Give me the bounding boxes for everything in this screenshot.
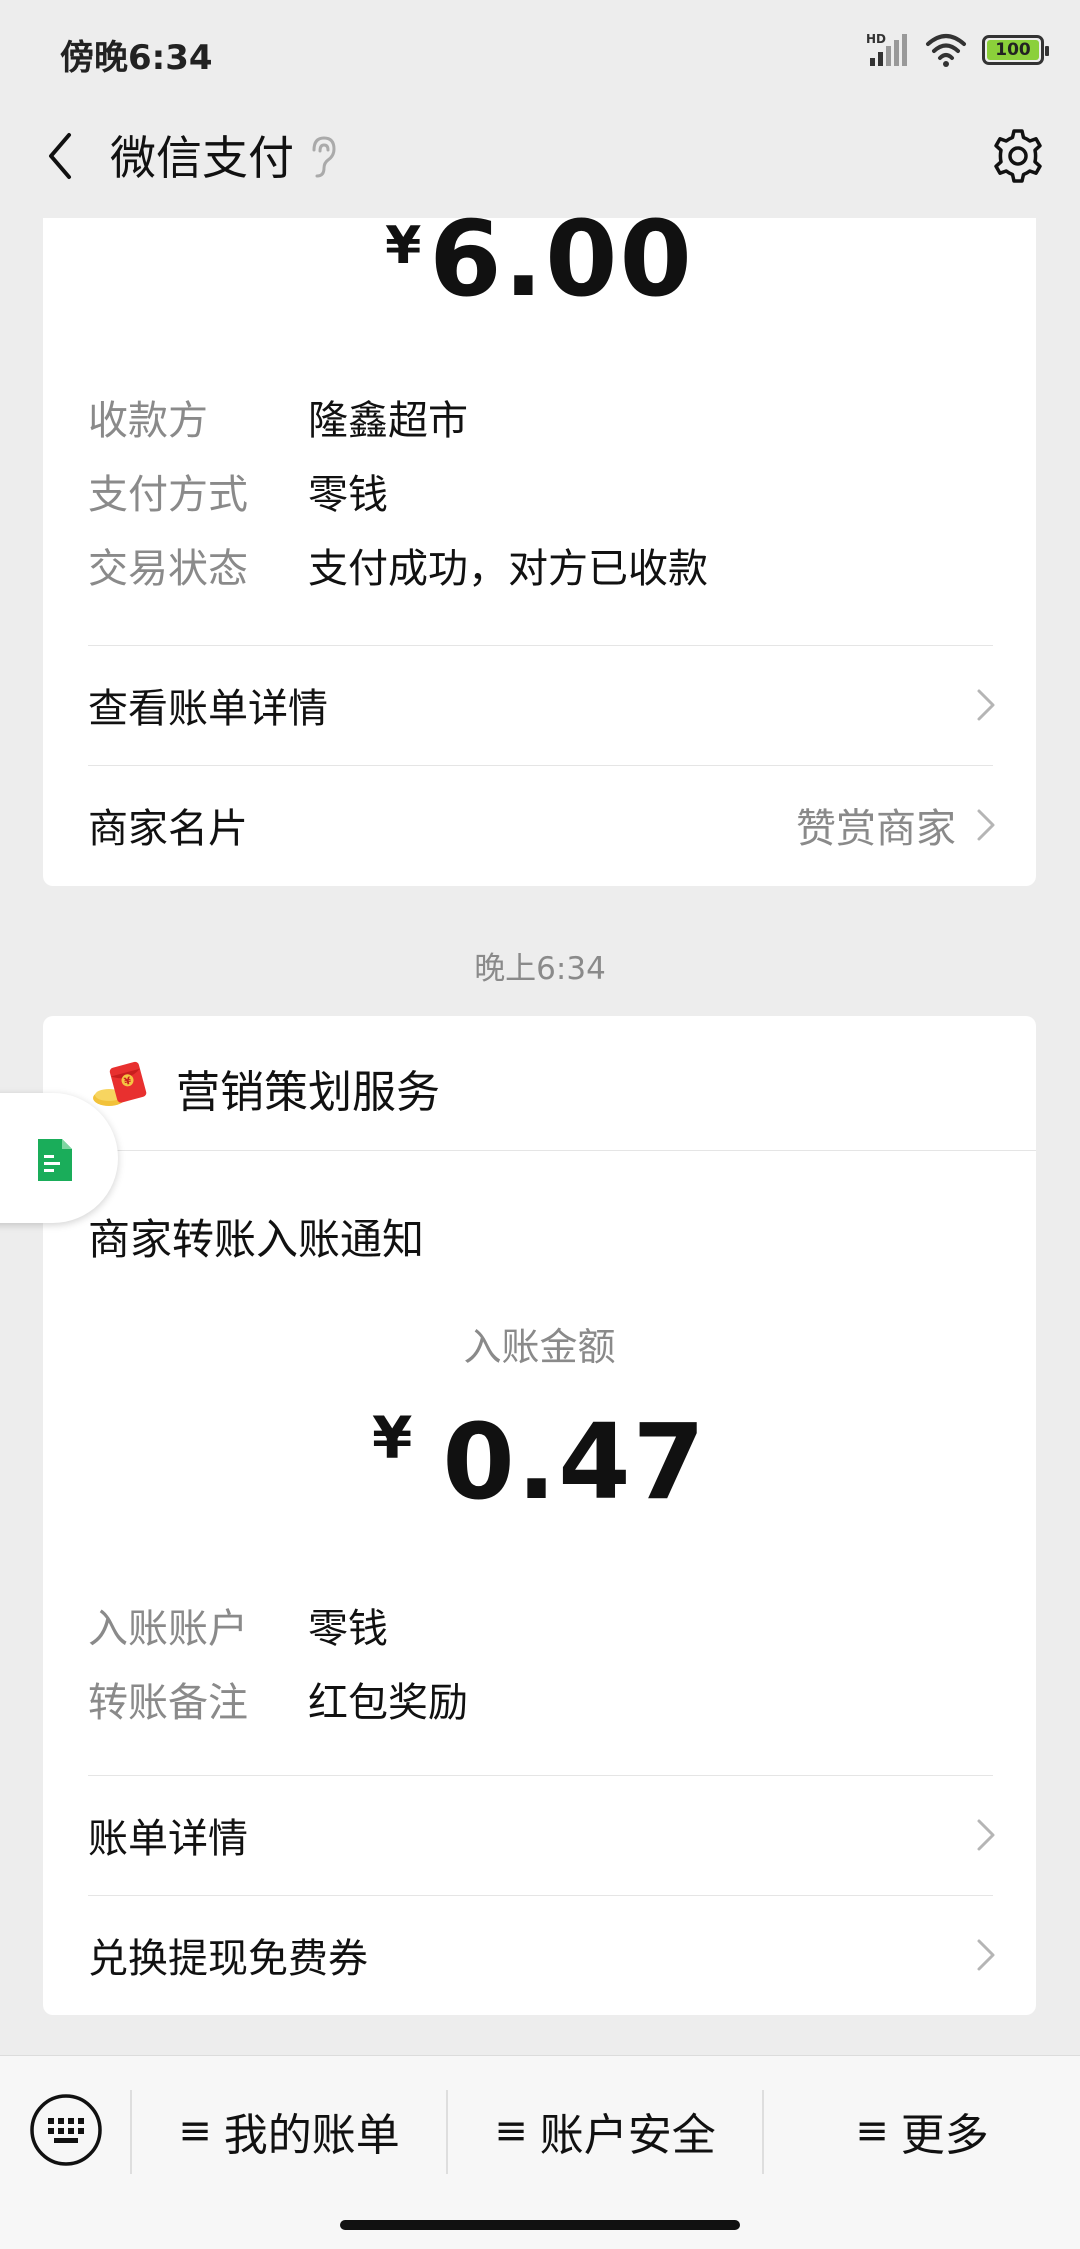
free-withdrawal-coupon-row[interactable]: 兑换提现免费券: [43, 1896, 1036, 2014]
transfer-note-field: 转账备注 红包奖励: [88, 1670, 468, 1728]
notice-title: 商家转账入账通知: [88, 1215, 425, 1264]
menu-icon: ≡: [494, 2108, 528, 2154]
settings-button[interactable]: [986, 124, 1050, 188]
transaction-status-field: 交易状态 支付成功，对方已收款: [88, 536, 708, 594]
field-value: 零钱: [308, 1606, 388, 1652]
field-value: 零钱: [308, 472, 388, 518]
payment-amount: ¥6.00: [43, 198, 1036, 320]
status-icons: HD 100: [866, 28, 1049, 72]
field-value: 红包奖励: [308, 1680, 468, 1726]
ear-mode-button[interactable]: [306, 134, 340, 184]
payee-field: 收款方 隆鑫超市: [88, 388, 468, 446]
received-amount-value: 0.47: [442, 1401, 707, 1523]
back-arrow-icon: [49, 133, 71, 179]
field-value: 隆鑫超市: [308, 398, 468, 444]
status-bar: 傍晚6:34 HD 100: [0, 0, 1080, 100]
received-amount: ¥0.47: [43, 1401, 1036, 1523]
home-indicator[interactable]: [340, 2220, 740, 2230]
back-button[interactable]: [30, 126, 90, 186]
bill-details-row[interactable]: 账单详情: [43, 1776, 1036, 1894]
service-header[interactable]: ¥ 营销策划服务: [43, 1016, 1036, 1151]
appreciate-merchant-link[interactable]: 赞赏商家: [796, 796, 956, 854]
signal-icon: HD: [866, 32, 907, 66]
chevron-right-icon: [977, 809, 995, 841]
menu-icon: ≡: [178, 2108, 212, 2154]
currency-symbol: ¥: [385, 216, 422, 276]
transfer-notice-card: ¥ 营销策划服务 商家转账入账通知 入账金额 ¥0.47 入账账户 零钱 转账备…: [43, 1016, 1036, 2015]
chevron-right-icon: [977, 689, 995, 721]
row-label: 查看账单详情: [88, 686, 328, 732]
keyboard-icon[interactable]: [28, 2092, 104, 2168]
payment-amount-value: 6.00: [429, 198, 694, 320]
row-label: 账单详情: [88, 1816, 248, 1862]
page-title: 微信支付: [110, 131, 294, 185]
wifi-icon: [926, 34, 966, 67]
currency-symbol: ¥: [372, 1404, 413, 1472]
field-key: 收款方: [88, 398, 208, 444]
battery-icon: 100: [982, 35, 1049, 65]
field-key: 交易状态: [88, 546, 248, 592]
amount-label: 入账金额: [463, 1325, 616, 1369]
receiving-account-field: 入账账户 零钱: [88, 1596, 388, 1654]
menu-more[interactable]: ≡ 更多: [764, 2056, 1080, 2206]
service-name: 营销策划服务: [176, 1067, 440, 1118]
chevron-right-icon: [977, 1819, 995, 1851]
red-envelope-icon: ¥: [93, 1061, 147, 1106]
menu-icon: ≡: [855, 2108, 889, 2154]
menu-my-bills[interactable]: ≡ 我的账单: [132, 2056, 446, 2206]
document-icon: [38, 1139, 72, 1181]
row-label: 兑换提现免费券: [88, 1936, 368, 1982]
view-bill-details-row[interactable]: 查看账单详情: [43, 646, 1036, 764]
gear-icon: [994, 129, 1042, 183]
field-key: 入账账户: [88, 1606, 248, 1652]
merchant-card-row[interactable]: 商家名片 赞赏商家: [43, 766, 1036, 884]
field-value: 支付成功，对方已收款: [308, 546, 708, 592]
row-label: 商家名片: [88, 806, 248, 852]
status-time: 傍晚6:34: [60, 38, 213, 78]
payment-method-field: 支付方式 零钱: [88, 462, 388, 520]
ear-icon: [312, 136, 336, 178]
menu-account-security[interactable]: ≡ 账户安全: [448, 2056, 762, 2206]
payment-card: ¥6.00 收款方 隆鑫超市 支付方式 零钱 交易状态 支付成功，对方已收款 查…: [43, 198, 1036, 886]
menu-label: 账户安全: [539, 2110, 716, 2161]
field-key: 支付方式: [88, 472, 248, 518]
message-timestamp: 晚上6:34: [474, 951, 606, 987]
menu-label: 我的账单: [223, 2110, 400, 2161]
menu-label: 更多: [900, 2110, 989, 2161]
field-key: 转账备注: [88, 1680, 248, 1726]
battery-level: 100: [987, 40, 1039, 60]
svg-text:HD: HD: [866, 32, 886, 46]
chevron-right-icon: [977, 1939, 995, 1971]
